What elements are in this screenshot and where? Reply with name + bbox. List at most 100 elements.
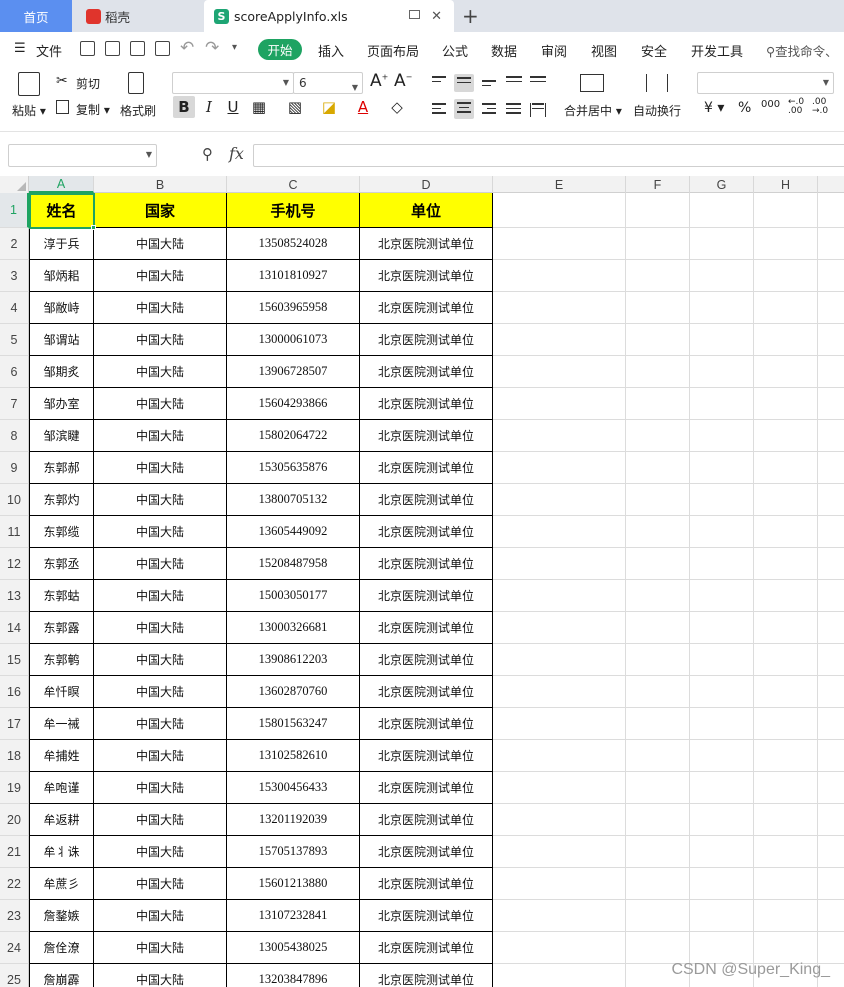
align-left-icon[interactable] [432,103,448,117]
header-cell[interactable]: 姓名 [29,193,94,228]
chevron-down-icon[interactable]: ▾ [232,42,237,53]
table-cell[interactable]: 北京医院测试单位 [360,516,493,548]
increase-indent-icon[interactable] [530,76,546,90]
print-preview-icon[interactable] [155,41,170,56]
table-cell[interactable]: 北京医院测试单位 [360,836,493,868]
row-header-6[interactable]: 6 [0,356,29,388]
font-name-select[interactable]: ▼ [172,72,294,94]
table-cell[interactable]: 北京医院测试单位 [360,292,493,324]
menu-developer[interactable]: 开发工具 [691,41,743,60]
export-pdf-icon[interactable] [105,41,120,56]
fill-handle[interactable] [91,225,96,230]
table-cell[interactable]: 中国大陆 [94,868,227,900]
thousands-separator-button[interactable]: 000 [761,99,780,110]
table-cell[interactable]: 13906728507 [227,356,360,388]
table-cell[interactable]: 北京医院测试单位 [360,548,493,580]
table-cell[interactable]: 北京医院测试单位 [360,484,493,516]
decrease-indent-icon[interactable] [506,76,522,90]
table-cell[interactable]: 北京医院测试单位 [360,900,493,932]
table-cell[interactable]: 东郭郝 [29,452,94,484]
column-header-d[interactable]: D [360,176,493,193]
align-top-icon[interactable] [432,76,448,90]
table-cell[interactable]: 15604293866 [227,388,360,420]
table-cell[interactable]: 牟一祴 [29,708,94,740]
table-cell[interactable]: 东郭灼 [29,484,94,516]
row-header-1[interactable]: 1 [0,193,29,228]
table-cell[interactable]: 詹崩霹 [29,964,94,987]
redo-icon[interactable]: ↷ [205,38,219,58]
table-cell[interactable]: 邹炳耜 [29,260,94,292]
table-cell[interactable]: 牟捕姓 [29,740,94,772]
new-tab-icon[interactable]: + [462,4,479,28]
clear-format-icon[interactable]: ◇ [386,96,408,118]
table-cell[interactable]: 中国大陆 [94,548,227,580]
row-header-2[interactable]: 2 [0,228,29,260]
border-icon[interactable]: ▦ [248,96,270,118]
table-cell[interactable]: 中国大陆 [94,388,227,420]
font-size-select[interactable]: 6 ▼ [293,72,363,94]
column-header-a[interactable]: A [29,176,94,193]
table-cell[interactable]: 15801563247 [227,708,360,740]
menu-page-layout[interactable]: 页面布局 [367,41,419,60]
table-cell[interactable]: 北京医院测试单位 [360,708,493,740]
table-cell[interactable]: 中国大陆 [94,452,227,484]
table-cell[interactable]: 北京医院测试单位 [360,388,493,420]
fx-icon[interactable]: fx [229,144,244,163]
table-cell[interactable]: 东郭丞 [29,548,94,580]
table-cell[interactable]: 北京医院测试单位 [360,804,493,836]
table-cell[interactable]: 13005438025 [227,932,360,964]
row-header-18[interactable]: 18 [0,740,29,772]
cell-style-icon[interactable]: ▧ [284,96,306,118]
table-cell[interactable]: 北京医院测试单位 [360,228,493,260]
table-cell[interactable]: 15300456433 [227,772,360,804]
table-cell[interactable]: 北京医院测试单位 [360,260,493,292]
decrease-decimal-icon[interactable]: .00 →.0 [812,98,828,116]
table-cell[interactable]: 13102582610 [227,740,360,772]
column-header-h[interactable]: H [754,176,818,193]
table-cell[interactable]: 中国大陆 [94,836,227,868]
table-cell[interactable]: 15208487958 [227,548,360,580]
table-cell[interactable]: 北京医院测试单位 [360,772,493,804]
row-header-24[interactable]: 24 [0,932,29,964]
wrap-text-button[interactable]: 自动换行 [633,102,681,119]
cut-button[interactable]: 剪切 [76,75,100,92]
paste-button[interactable]: 粘贴 ▾ [12,102,46,119]
tab-pin-icon[interactable] [409,10,420,19]
increase-font-icon[interactable]: A+ [370,71,388,91]
table-cell[interactable]: 中国大陆 [94,932,227,964]
table-cell[interactable]: 中国大陆 [94,644,227,676]
font-color-icon[interactable]: A [352,96,374,118]
column-header-g[interactable]: G [690,176,754,193]
menu-data[interactable]: 数据 [491,41,517,60]
table-cell[interactable]: 牟返耕 [29,804,94,836]
table-cell[interactable]: 邹敝峙 [29,292,94,324]
table-cell[interactable]: 邹期炙 [29,356,94,388]
table-cell[interactable]: 13107232841 [227,900,360,932]
justify-icon[interactable] [506,103,522,117]
row-header-13[interactable]: 13 [0,580,29,612]
table-cell[interactable]: 13605449092 [227,516,360,548]
table-cell[interactable]: 中国大陆 [94,900,227,932]
table-cell[interactable]: 北京医院测试单位 [360,356,493,388]
table-cell[interactable]: 中国大陆 [94,228,227,260]
table-cell[interactable]: 牟蔗彡 [29,868,94,900]
close-icon[interactable]: ✕ [431,9,442,24]
align-right-icon[interactable] [482,103,498,117]
table-cell[interactable]: 13908612203 [227,644,360,676]
table-cell[interactable]: 北京医院测试单位 [360,932,493,964]
underline-button[interactable]: U [222,96,244,118]
print-icon[interactable] [130,41,145,56]
table-cell[interactable]: 牟咆谨 [29,772,94,804]
row-header-19[interactable]: 19 [0,772,29,804]
table-cell[interactable]: 中国大陆 [94,516,227,548]
row-header-12[interactable]: 12 [0,548,29,580]
table-cell[interactable]: 东郭蛄 [29,580,94,612]
table-cell[interactable]: 詹鍪嫉 [29,900,94,932]
table-cell[interactable]: 北京医院测试单位 [360,420,493,452]
table-cell[interactable]: 北京医院测试单位 [360,612,493,644]
table-cell[interactable]: 15601213880 [227,868,360,900]
table-cell[interactable]: 牟丬诛 [29,836,94,868]
row-header-14[interactable]: 14 [0,612,29,644]
format-painter-button[interactable]: 格式刷 [120,102,156,119]
align-center-icon[interactable] [454,99,474,119]
